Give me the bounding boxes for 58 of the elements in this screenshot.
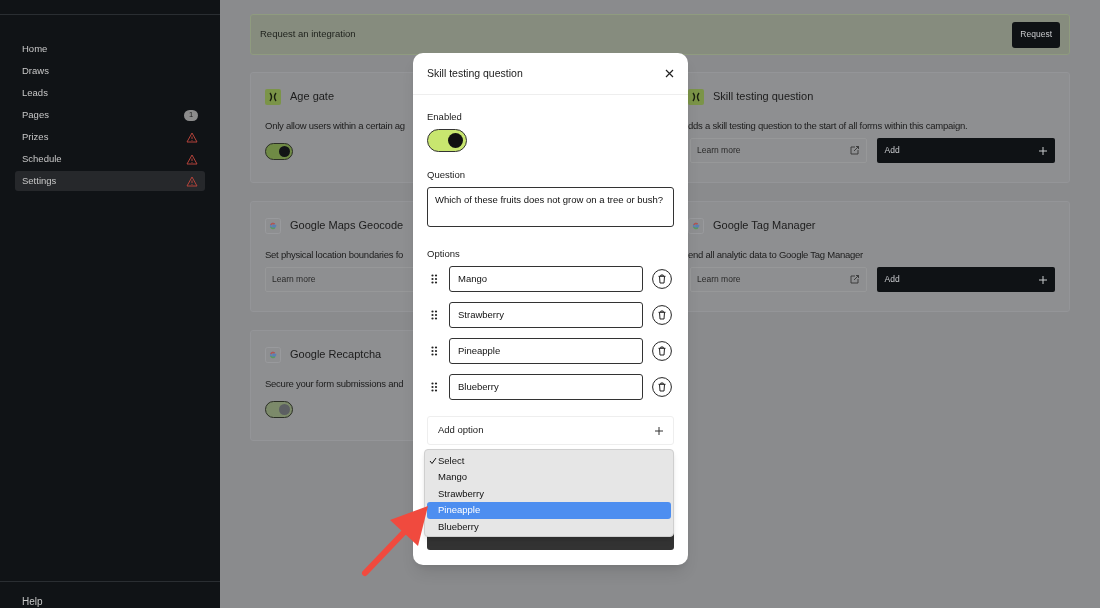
add-button[interactable]: Add — [876, 138, 1055, 163]
add-button[interactable]: Add — [876, 267, 1055, 292]
drag-handle-icon[interactable] — [431, 310, 438, 320]
drag-handle-icon[interactable] — [431, 346, 438, 356]
modal-title: Skill testing question — [427, 65, 523, 81]
sidebar-item[interactable]: Leads — [15, 83, 205, 103]
field-label: Enabled — [427, 111, 463, 123]
option-field[interactable]: Pineapple — [449, 338, 643, 364]
card-description: end all analytic data to Google Tag Manager — [688, 249, 863, 261]
drag-handle-icon[interactable] — [431, 382, 438, 392]
card-title: Google Tag Manager — [713, 218, 816, 234]
card-description: Set physical location boundaries fo — [265, 249, 404, 261]
close-icon[interactable] — [665, 69, 674, 78]
plus-icon — [1039, 275, 1047, 284]
code-icon — [265, 88, 281, 105]
card-description: Secure your form submissions and — [265, 378, 404, 390]
sidebar-item[interactable]: Prizes — [15, 127, 205, 147]
dropdown-option[interactable]: Mango — [427, 469, 671, 486]
learn-more-button[interactable]: Learn more — [690, 267, 867, 292]
option-field[interactable]: Strawberry — [449, 302, 643, 328]
trash-icon[interactable] — [652, 305, 672, 325]
field-label: Question — [427, 169, 467, 181]
toggle-switch[interactable] — [265, 143, 293, 160]
trash-icon[interactable] — [652, 269, 672, 289]
card-title: Skill testing question — [713, 89, 814, 105]
google-icon — [265, 217, 281, 234]
code-icon — [688, 88, 704, 105]
add-option-button[interactable]: Add option — [427, 416, 674, 445]
google-icon — [265, 346, 281, 363]
question-field[interactable]: Which of these fruits does not grow on a tree or bush? — [427, 187, 674, 227]
enabled-toggle[interactable] — [427, 129, 467, 152]
sidebar-item[interactable]: Settings — [15, 171, 205, 191]
help-link[interactable]: Help — [22, 596, 43, 608]
option-field[interactable]: Blueberry — [449, 374, 643, 400]
sidebar-item[interactable]: Draws — [15, 61, 205, 81]
check-icon — [429, 457, 437, 466]
option-field[interactable]: Mango — [449, 266, 643, 292]
field-label: Options — [427, 248, 461, 260]
dropdown-option[interactable]: Select — [427, 453, 671, 470]
annotation-arrow — [362, 506, 428, 576]
plus-icon — [655, 426, 663, 435]
trash-icon[interactable] — [652, 377, 672, 397]
card-description: Only allow users within a certain ag — [265, 120, 405, 132]
sidebar-item[interactable]: Schedule — [15, 149, 205, 169]
sidebar-item[interactable]: Home — [15, 39, 205, 59]
drag-handle-icon[interactable] — [431, 274, 438, 284]
plus-icon — [1039, 146, 1047, 155]
trash-icon[interactable] — [652, 341, 672, 361]
request-button[interactable]: Request — [1012, 21, 1060, 48]
dropdown-option[interactable]: Strawberry — [427, 485, 671, 503]
dropdown-option[interactable]: Blueberry — [427, 518, 671, 535]
card-title: Google Recaptcha — [290, 347, 382, 363]
google-icon — [688, 217, 704, 234]
card-title: Age gate — [290, 89, 335, 105]
learn-more-button[interactable]: Learn more — [690, 138, 867, 163]
card-description: dds a skill testing question to the start of all forms within this campaign. — [688, 120, 968, 132]
banner-text: Request an integration — [260, 27, 356, 42]
card-title: Google Maps Geocode — [290, 218, 404, 234]
